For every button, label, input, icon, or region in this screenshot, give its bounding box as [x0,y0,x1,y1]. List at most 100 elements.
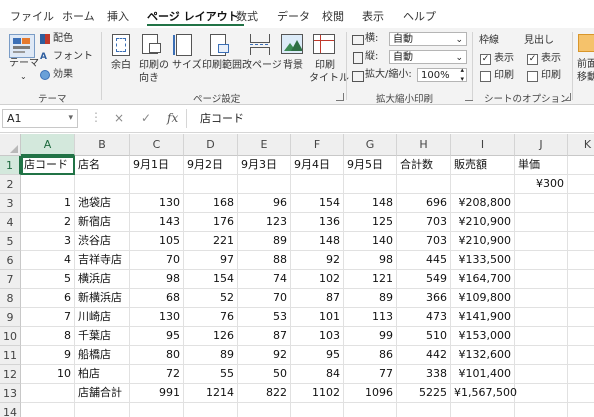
cell-g14[interactable] [344,403,397,417]
cell-g3[interactable]: 148 [344,194,397,213]
formula-input[interactable]: 店コード [192,109,594,128]
cell-b9[interactable]: 川崎店 [75,308,130,327]
row-header-14[interactable]: 14 [0,403,21,417]
cell-i3[interactable]: ¥208,800 [451,194,515,213]
fonts-label[interactable]: フォント [53,51,93,63]
cell-e4[interactable]: 123 [238,213,291,232]
cell-b3[interactable]: 池袋店 [75,194,130,213]
cell-f6[interactable]: 92 [291,251,344,270]
cell-d10[interactable]: 126 [184,327,238,346]
cancel-icon[interactable]: × [114,111,124,125]
cell-k9[interactable] [568,308,594,327]
cell-j13[interactable] [515,384,568,403]
cell-k5[interactable] [568,232,594,251]
cell-h1[interactable]: 合計数 [397,156,451,175]
cell-e8[interactable]: 70 [238,289,291,308]
size-icon[interactable] [173,34,192,56]
tab-page-layout[interactable]: ページ レイアウト [147,8,239,24]
colors-icon[interactable] [40,34,50,44]
column-header-b[interactable]: B [75,134,130,156]
cell-d4[interactable]: 176 [184,213,238,232]
cell-b8[interactable]: 新横浜店 [75,289,130,308]
orientation-label-1[interactable]: 印刷の [139,60,169,72]
cell-a6[interactable]: 4 [21,251,75,270]
cell-b5[interactable]: 渋谷店 [75,232,130,251]
cell-c9[interactable]: 130 [130,308,184,327]
breaks-label[interactable]: 改ページ [242,60,282,72]
more-icon[interactable]: ⋮ [90,110,102,124]
cell-a2[interactable] [21,175,75,194]
print-titles-label-1[interactable]: 印刷 [315,60,335,72]
cell-d5[interactable]: 221 [184,232,238,251]
scale-spinner[interactable]: 100% ▴ ▾ [417,66,467,83]
cell-g2[interactable] [344,175,397,194]
cell-b10[interactable]: 千葉店 [75,327,130,346]
cell-h6[interactable]: 445 [397,251,451,270]
cell-c11[interactable]: 80 [130,346,184,365]
cell-a14[interactable] [21,403,75,417]
name-box[interactable]: A1 ▾ [2,109,78,128]
row-header-13[interactable]: 13 [0,384,21,403]
cell-f9[interactable]: 101 [291,308,344,327]
cell-d12[interactable]: 55 [184,365,238,384]
cell-g4[interactable]: 125 [344,213,397,232]
cell-f14[interactable] [291,403,344,417]
cell-d9[interactable]: 76 [184,308,238,327]
bring-forward-label-1[interactable]: 前面 [577,59,594,71]
tab-view[interactable]: 表示 [362,8,384,24]
cell-k4[interactable] [568,213,594,232]
cell-j8[interactable] [515,289,568,308]
orientation-icon[interactable] [142,34,161,54]
cell-g8[interactable]: 89 [344,289,397,308]
cell-i7[interactable]: ¥164,700 [451,270,515,289]
cell-a8[interactable]: 6 [21,289,75,308]
cell-i8[interactable]: ¥109,800 [451,289,515,308]
cell-h10[interactable]: 510 [397,327,451,346]
row-header-6[interactable]: 6 [0,251,21,270]
row-header-3[interactable]: 3 [0,194,21,213]
row-header-12[interactable]: 12 [0,365,21,384]
cell-d14[interactable] [184,403,238,417]
cell-j10[interactable] [515,327,568,346]
cell-b12[interactable]: 柏店 [75,365,130,384]
row-header-5[interactable]: 5 [0,232,21,251]
column-header-c[interactable]: C [130,134,184,156]
cell-b2[interactable] [75,175,130,194]
cell-g12[interactable]: 77 [344,365,397,384]
row-header-9[interactable]: 9 [0,308,21,327]
cell-g5[interactable]: 140 [344,232,397,251]
cell-e13[interactable]: 822 [238,384,291,403]
cell-b13[interactable]: 店舗合計 [75,384,130,403]
cell-d3[interactable]: 168 [184,194,238,213]
cell-d7[interactable]: 154 [184,270,238,289]
cell-k6[interactable] [568,251,594,270]
cell-c5[interactable]: 105 [130,232,184,251]
cell-b1[interactable]: 店名 [75,156,130,175]
cell-c14[interactable] [130,403,184,417]
cell-e11[interactable]: 92 [238,346,291,365]
headings-view-checkbox[interactable]: ✓ [527,54,538,65]
cell-c4[interactable]: 143 [130,213,184,232]
cell-b14[interactable] [75,403,130,417]
background-label[interactable]: 背景 [283,60,303,72]
cell-b6[interactable]: 吉祥寺店 [75,251,130,270]
cell-j11[interactable] [515,346,568,365]
cell-i10[interactable]: ¥153,000 [451,327,515,346]
cell-j2[interactable]: ¥300 [515,175,568,194]
cell-f2[interactable] [291,175,344,194]
themes-icon[interactable] [9,34,35,58]
cell-j3[interactable] [515,194,568,213]
bring-forward-icon[interactable] [578,34,594,52]
cell-c3[interactable]: 130 [130,194,184,213]
cell-a7[interactable]: 5 [21,270,75,289]
select-all-button[interactable] [0,134,21,156]
page-setup-launcher-icon[interactable] [336,93,344,101]
gridlines-print-checkbox[interactable] [480,71,491,82]
cell-k10[interactable] [568,327,594,346]
cell-j5[interactable] [515,232,568,251]
cell-g9[interactable]: 113 [344,308,397,327]
cell-a1[interactable]: 店コード [21,156,75,175]
cell-k8[interactable] [568,289,594,308]
row-header-4[interactable]: 4 [0,213,21,232]
fonts-icon[interactable]: A [40,51,47,63]
